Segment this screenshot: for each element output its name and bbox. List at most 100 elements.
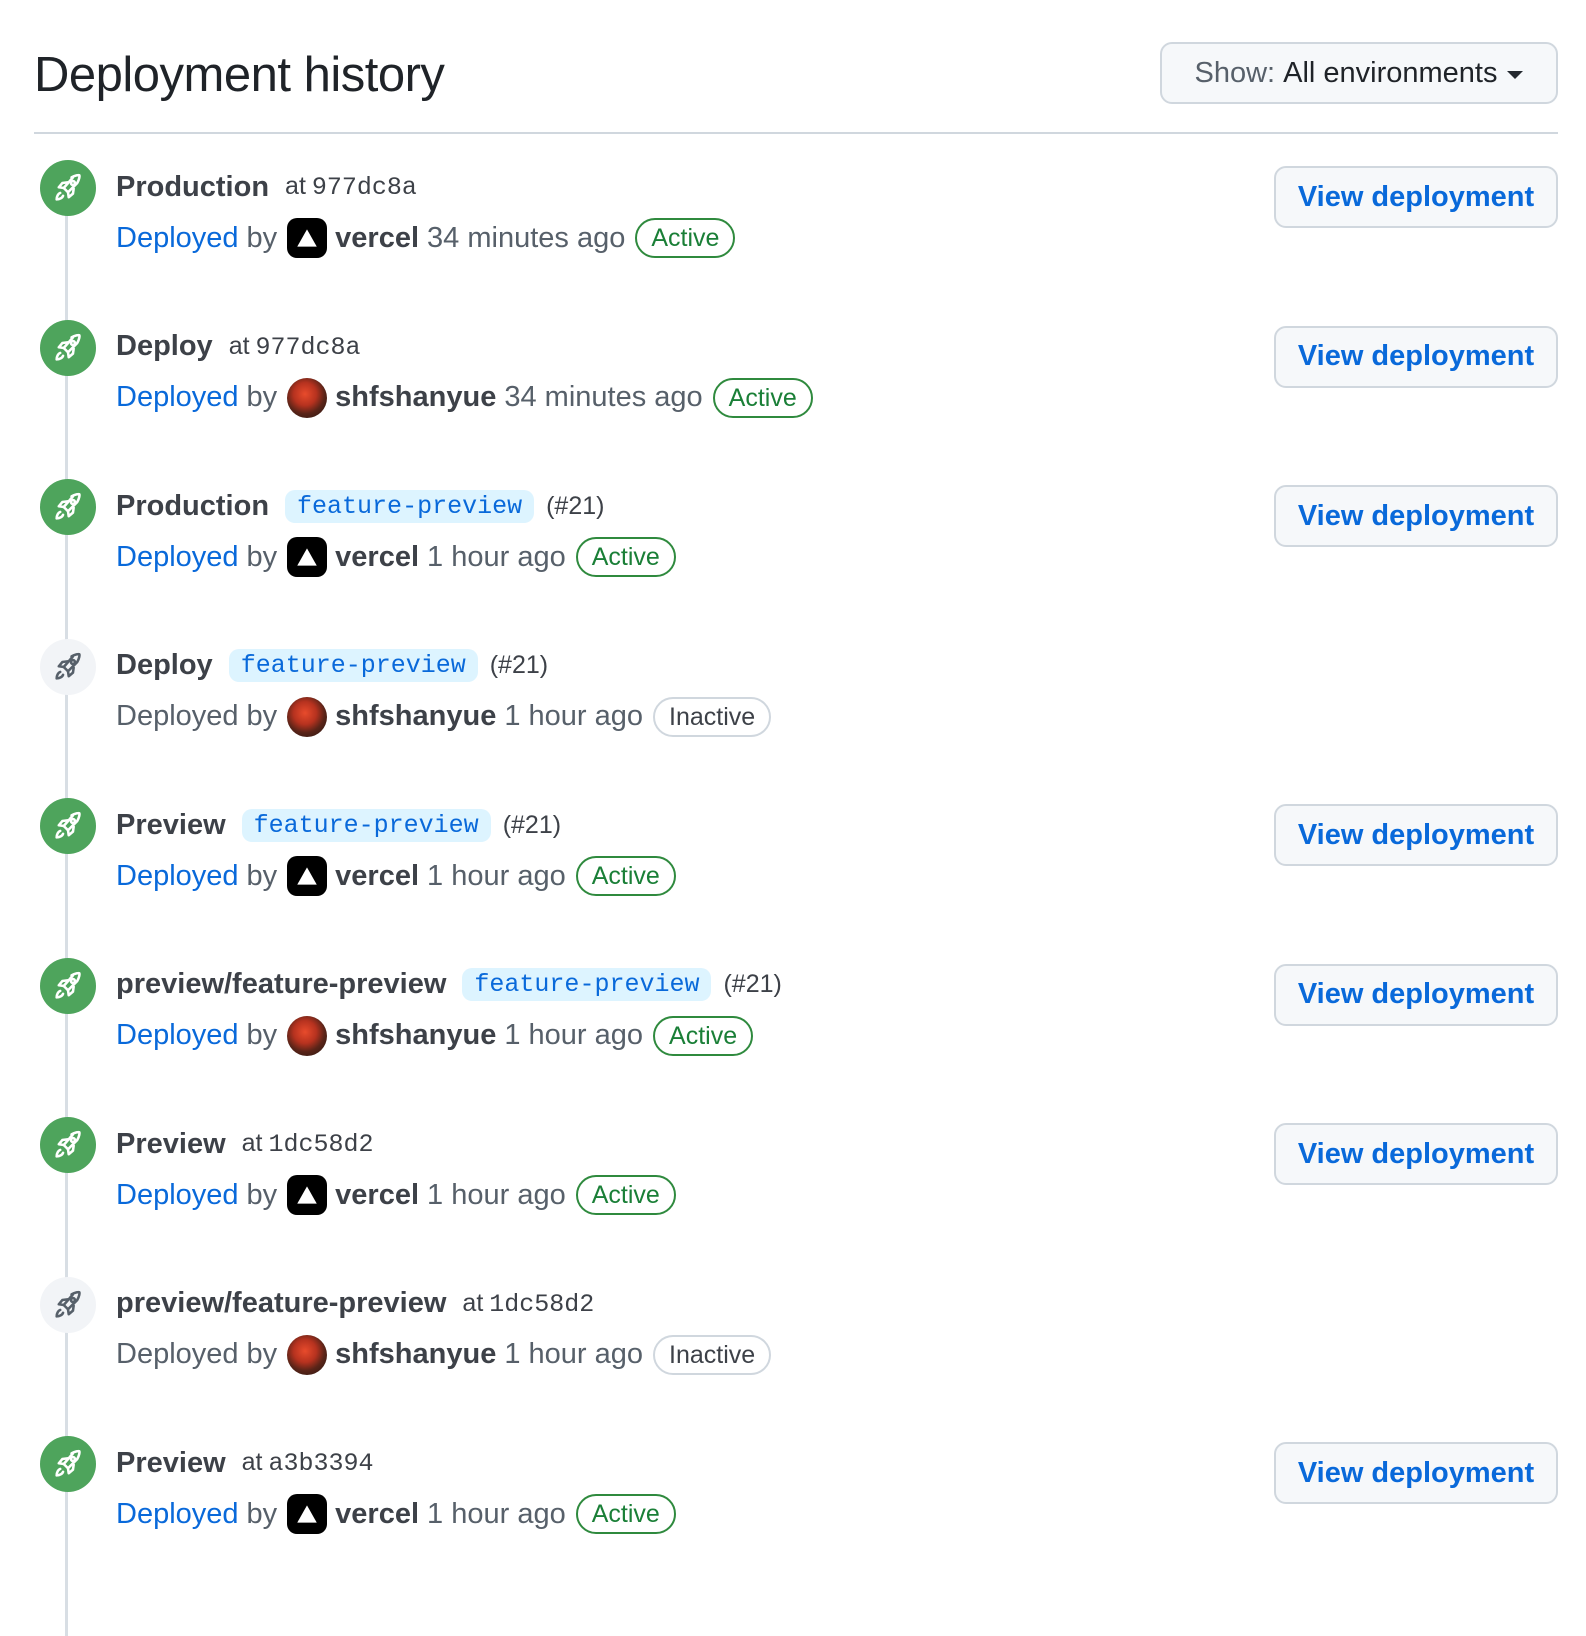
branch-label[interactable]: feature-preview (241, 808, 491, 842)
commit-sha[interactable]: 977dc8a (256, 333, 361, 362)
rocket-icon (40, 1117, 96, 1173)
deployed-link[interactable]: Deployed (116, 860, 239, 893)
deploy-time: 1 hour ago (427, 540, 566, 573)
deployment-meta-row: Deployed by shfshanyue 1 hour ago Inacti… (116, 1332, 772, 1378)
deploy-time: 1 hour ago (504, 1338, 644, 1370)
deployer-name[interactable]: vercel (335, 1498, 419, 1531)
deployment-meta-row: Deployed by shfshanyue 1 hour ago Inacti… (116, 694, 772, 740)
rocket-icon (40, 638, 96, 695)
vercel-avatar[interactable] (287, 537, 328, 577)
environment-name[interactable]: Preview (116, 1128, 226, 1161)
view-deployment-button[interactable]: View deployment (1274, 166, 1558, 228)
user-avatar[interactable] (287, 377, 328, 418)
deployment-meta-row: Deployed by vercel 1 hour ago Active (116, 534, 676, 580)
commit-sha[interactable]: 977dc8a (312, 173, 417, 202)
environment-name[interactable]: Production (116, 171, 269, 204)
environment-name[interactable]: preview/feature-preview (116, 1287, 446, 1320)
deployer-name[interactable]: shfshanyue (335, 700, 496, 733)
deployment-title-row: preview/feature-preview feature-preview (… (116, 963, 782, 1007)
rocket-icon (40, 1276, 96, 1333)
view-deployment-button[interactable]: View deployment (1274, 1123, 1558, 1185)
pull-request-ref[interactable]: (#21) (546, 492, 604, 521)
by-text: by (246, 1338, 278, 1370)
vercel-avatar[interactable] (287, 218, 328, 258)
deployed-link[interactable]: Deployed (116, 1019, 239, 1052)
view-deployment-button[interactable]: View deployment (1274, 1442, 1558, 1504)
deployment-entry: Production at 977dc8a Deployed by vercel … (0, 160, 1586, 326)
deployment-title-row: Deploy feature-preview (#21) (116, 644, 548, 688)
deployer-name[interactable]: vercel (335, 860, 419, 893)
branch-label[interactable]: feature-preview (462, 968, 712, 1001)
deployer-name[interactable]: shfshanyue (335, 1019, 496, 1052)
branch-label[interactable]: feature-preview (228, 649, 478, 682)
vercel-avatar[interactable] (287, 1175, 328, 1215)
deployment-title-row: Preview feature-preview (#21) (116, 803, 561, 847)
commit-sha[interactable]: 1dc58d2 (269, 1130, 374, 1159)
deployer-name[interactable]: vercel (335, 1179, 419, 1212)
deployer-name[interactable]: vercel (335, 222, 419, 255)
commit-sha[interactable]: a3b3394 (269, 1449, 374, 1478)
deployment-entry: Deploy at 977dc8a Deployed by shfshanyue … (0, 319, 1586, 486)
commit-ref: at a3b3394 (241, 1448, 374, 1478)
deployed-link[interactable]: Deployed (116, 222, 239, 255)
pull-request-ref[interactable]: (#21) (503, 811, 561, 840)
environment-name[interactable]: Production (116, 490, 269, 523)
pull-request-ref[interactable]: (#21) (490, 651, 548, 680)
status-badge: Active (653, 1015, 754, 1056)
status-badge: Inactive (653, 1334, 772, 1375)
deploy-time: 34 minutes ago (504, 381, 703, 413)
deployment-title-row: Preview at a3b3394 (116, 1441, 374, 1485)
user-avatar[interactable] (287, 696, 328, 737)
deployment-entry: preview/feature-preview at 1dc58d2 Deploy… (0, 1276, 1586, 1443)
rocket-icon (40, 319, 96, 376)
deployment-meta-row: Deployed by vercel 1 hour ago Active (116, 1172, 676, 1218)
user-avatar[interactable] (287, 1015, 328, 1056)
user-avatar[interactable] (287, 1334, 328, 1375)
view-deployment-button[interactable]: View deployment (1274, 485, 1558, 547)
deployed-link[interactable]: Deployed (116, 381, 239, 414)
environment-name[interactable]: preview/feature-preview (116, 968, 446, 1001)
commit-sha[interactable]: 1dc58d2 (489, 1290, 594, 1319)
environment-name[interactable]: Deploy (116, 649, 213, 682)
deployment-meta-row: Deployed by shfshanyue 34 minutes ago Ac… (116, 375, 813, 421)
deploy-time: 1 hour ago (427, 1497, 566, 1530)
deployment-title-row: Production at 977dc8a (116, 165, 417, 209)
view-deployment-button[interactable]: View deployment (1274, 963, 1558, 1026)
filter-value: All environments (1283, 56, 1498, 89)
deployed-link[interactable]: Deployed (116, 1498, 239, 1531)
deploy-time: 1 hour ago (427, 1178, 566, 1211)
deployment-title-row: preview/feature-preview at 1dc58d2 (116, 1282, 594, 1326)
pull-request-ref[interactable]: (#21) (723, 970, 781, 999)
deployment-title-row: Preview at 1dc58d2 (116, 1122, 374, 1166)
vercel-avatar[interactable] (287, 856, 328, 896)
commit-ref: at 977dc8a (228, 331, 361, 362)
deployment-entry: Deploy feature-preview (#21) Deployed by … (0, 638, 1586, 805)
branch-label[interactable]: feature-preview (285, 489, 535, 523)
view-deployment-button[interactable]: View deployment (1274, 804, 1558, 866)
status-badge: Active (712, 377, 813, 418)
by-text: by (246, 1497, 278, 1530)
environment-name[interactable]: Preview (116, 1447, 226, 1480)
environment-name[interactable]: Deploy (116, 330, 213, 363)
by-text: by (246, 221, 278, 254)
deployed-link[interactable]: Deployed (116, 541, 239, 574)
rocket-icon (40, 479, 96, 535)
deployer-name[interactable]: vercel (335, 541, 419, 574)
commit-ref: at 977dc8a (285, 172, 417, 202)
deploy-time: 1 hour ago (504, 700, 644, 732)
deployment-title-row: Deploy at 977dc8a (116, 325, 361, 369)
view-deployment-button[interactable]: View deployment (1274, 325, 1558, 388)
rocket-icon (40, 798, 96, 854)
by-text: by (246, 700, 278, 732)
deployment-entry: Production feature-preview (#21) Deployed… (0, 479, 1586, 645)
status-badge: Active (575, 1175, 676, 1215)
deployer-name[interactable]: shfshanyue (335, 1338, 496, 1371)
environment-filter-dropdown[interactable]: Show: All environments (1160, 42, 1558, 104)
environment-name[interactable]: Preview (116, 809, 226, 842)
vercel-avatar[interactable] (287, 1494, 328, 1534)
caret-down-icon (1507, 71, 1524, 79)
deployer-name[interactable]: shfshanyue (335, 381, 496, 414)
deployed-link[interactable]: Deployed (116, 1179, 239, 1212)
deployment-title-row: Production feature-preview (#21) (116, 484, 604, 528)
commit-ref: at 1dc58d2 (462, 1288, 595, 1319)
